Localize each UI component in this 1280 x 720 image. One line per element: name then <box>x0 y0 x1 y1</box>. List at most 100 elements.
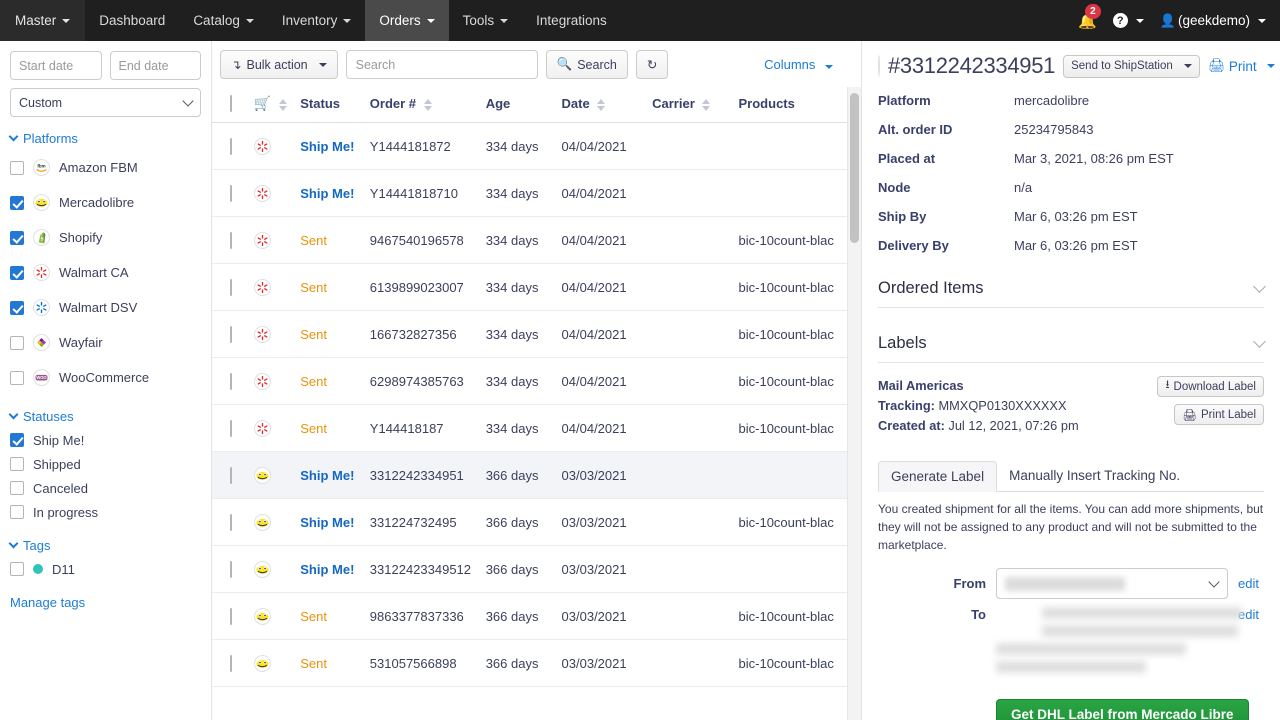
platform-checkbox[interactable] <box>10 230 24 245</box>
platform-filter-shopify[interactable]: S Shopify <box>10 220 201 255</box>
platform-filter-woocommerce[interactable]: WOO WooCommerce <box>10 360 201 395</box>
print-dropdown[interactable]: 🖨 Print <box>1208 58 1275 74</box>
carrier-header[interactable]: Carrier <box>648 87 735 123</box>
row-checkbox[interactable] <box>230 184 232 202</box>
tags-group-header[interactable]: Tags <box>8 538 201 553</box>
orders-scrollbar-thumb[interactable] <box>850 93 859 243</box>
row-order-cell[interactable]: Y144418187 <box>365 404 482 452</box>
platform-filter-walmart-ca[interactable]: Walmart CA <box>10 255 201 290</box>
row-checkbox[interactable] <box>230 419 232 437</box>
tag-checkbox[interactable] <box>10 562 24 576</box>
status-badge[interactable]: Sent <box>300 656 327 671</box>
table-row[interactable]: Ship Me! 3312242334951 366 days 03/03/2021 <box>212 451 861 499</box>
table-row[interactable]: Ship Me! 331224732495 366 days 03/03/2021 bi… <box>212 498 861 546</box>
get-dhl-label-button[interactable]: Get DHL Label from Mercado Libre <box>996 699 1249 720</box>
row-order-cell[interactable]: Y1444181872 <box>365 122 482 170</box>
platform-checkbox[interactable] <box>10 300 24 315</box>
date-header[interactable]: Date <box>557 87 649 123</box>
ordered-items-section[interactable]: Ordered Items <box>878 279 1266 308</box>
platform-filter-amazon-fbm[interactable]: fbm Amazon FBM <box>10 150 201 185</box>
platform-filter-wayfair[interactable]: Wayfair <box>10 325 201 360</box>
status-checkbox[interactable] <box>10 481 24 495</box>
nav-item-inventory[interactable]: Inventory <box>268 0 366 41</box>
table-row[interactable]: Sent 9863377837336 366 days 03/03/2021 bic-1… <box>212 592 861 640</box>
orders-scrollbar[interactable] <box>847 87 861 720</box>
nav-brand-master[interactable]: Master <box>0 0 86 41</box>
columns-dropdown[interactable]: Columns <box>764 57 849 72</box>
select-all-checkbox[interactable] <box>230 95 232 112</box>
status-filter-canceled[interactable]: Canceled <box>10 476 201 500</box>
row-order-cell[interactable]: 531057566898 <box>365 639 482 687</box>
platforms-group-header[interactable]: Platforms <box>8 131 201 146</box>
status-filter-in-progress[interactable]: In progress <box>10 500 201 524</box>
platform-filter-mercadolibre[interactable]: Mercadolibre <box>10 185 201 220</box>
download-label-button[interactable]: ⭳ Download Label <box>1157 376 1264 397</box>
table-row[interactable]: Sent 6139899023007 334 days 04/04/2021 bic-1… <box>212 263 861 311</box>
table-row[interactable]: Ship Me! Y14441818710 334 days 04/04/2021 <box>212 169 861 217</box>
platform-filter-walmart-dsv[interactable]: Walmart DSV <box>10 290 201 325</box>
nav-item-orders[interactable]: Orders <box>365 0 449 41</box>
from-address-select[interactable] <box>996 568 1228 600</box>
platform-header[interactable]: 🛒 <box>249 87 297 123</box>
row-order-cell[interactable]: 166732827356 <box>365 310 482 358</box>
nav-item-dashboard[interactable]: Dashboard <box>85 0 179 41</box>
table-row[interactable]: Sent 6298974385763 334 days 04/04/2021 bic-1… <box>212 357 861 405</box>
row-order-cell[interactable]: 331224732495 <box>365 498 482 546</box>
notifications-button[interactable]: 🔔 2 <box>1078 3 1101 30</box>
row-order-cell[interactable]: 9467540196578 <box>365 216 482 264</box>
nav-item-integrations[interactable]: Integrations <box>522 0 621 41</box>
row-checkbox[interactable] <box>230 466 232 484</box>
table-row[interactable]: Sent Y144418187 334 days 04/04/2021 bic-10co… <box>212 404 861 452</box>
help-menu[interactable]: ? <box>1112 13 1144 28</box>
end-date-input[interactable] <box>109 51 201 80</box>
platform-checkbox[interactable] <box>10 370 24 385</box>
status-badge[interactable]: Sent <box>300 374 327 389</box>
search-input[interactable] <box>345 50 538 79</box>
tag-filter-d11[interactable]: D11 <box>10 557 201 581</box>
row-checkbox[interactable] <box>230 278 232 296</box>
status-badge[interactable]: Ship Me! <box>300 468 354 483</box>
status-checkbox[interactable] <box>10 457 24 471</box>
search-button[interactable]: 🔍 Search <box>545 50 628 79</box>
manage-tags-link[interactable]: Manage tags <box>10 595 201 610</box>
statuses-group-header[interactable]: Statuses <box>8 409 201 424</box>
table-row[interactable]: Sent 166732827356 334 days 04/04/2021 bic-10… <box>212 310 861 358</box>
nav-item-tools[interactable]: Tools <box>449 0 523 41</box>
row-checkbox[interactable] <box>230 560 232 578</box>
table-row[interactable]: Ship Me! 33122423349512 366 days 03/03/2021 <box>212 545 861 593</box>
print-label-button[interactable]: 🖨 Print Label <box>1174 404 1264 425</box>
table-row[interactable]: Sent 9467540196578 334 days 04/04/2021 bic-1… <box>212 216 861 264</box>
status-checkbox[interactable] <box>10 433 24 447</box>
table-row[interactable]: Ship Me! Y1444181872 334 days 04/04/2021 <box>212 122 861 170</box>
platform-checkbox[interactable] <box>10 195 24 210</box>
status-badge[interactable]: Sent <box>300 233 327 248</box>
row-order-cell[interactable]: 33122423349512 <box>365 545 482 593</box>
start-date-input[interactable] <box>10 51 102 80</box>
row-order-cell[interactable]: 3312242334951 <box>365 451 482 499</box>
labels-section[interactable]: Labels <box>878 334 1266 363</box>
row-order-cell[interactable]: Y14441818710 <box>365 169 482 217</box>
refresh-button[interactable]: ↻ <box>635 50 669 79</box>
table-row[interactable]: Sent 531057566898 366 days 03/03/2021 bic-10… <box>212 639 861 687</box>
status-badge[interactable]: Ship Me! <box>300 139 354 154</box>
status-badge[interactable]: Ship Me! <box>300 515 354 530</box>
row-order-cell[interactable]: 6139899023007 <box>365 263 482 311</box>
row-checkbox[interactable] <box>230 607 232 625</box>
row-checkbox[interactable] <box>230 372 232 390</box>
status-badge[interactable]: Sent <box>300 280 327 295</box>
bulk-action-button[interactable]: ↴ Bulk action <box>220 50 338 79</box>
status-filter-ship-me-[interactable]: Ship Me! <box>10 428 201 452</box>
status-badge[interactable]: Sent <box>300 421 327 436</box>
status-filter-shipped[interactable]: Shipped <box>10 452 201 476</box>
row-checkbox[interactable] <box>230 137 232 155</box>
status-checkbox[interactable] <box>10 505 24 519</box>
row-checkbox[interactable] <box>230 325 232 343</box>
row-checkbox[interactable] <box>230 231 232 249</box>
status-badge[interactable]: Sent <box>300 327 327 342</box>
platform-checkbox[interactable] <box>10 160 24 175</box>
status-badge[interactable]: Ship Me! <box>300 562 354 577</box>
platform-checkbox[interactable] <box>10 265 24 280</box>
nav-item-catalog[interactable]: Catalog <box>179 0 268 41</box>
platform-checkbox[interactable] <box>10 335 24 350</box>
row-order-cell[interactable]: 9863377837336 <box>365 592 482 640</box>
